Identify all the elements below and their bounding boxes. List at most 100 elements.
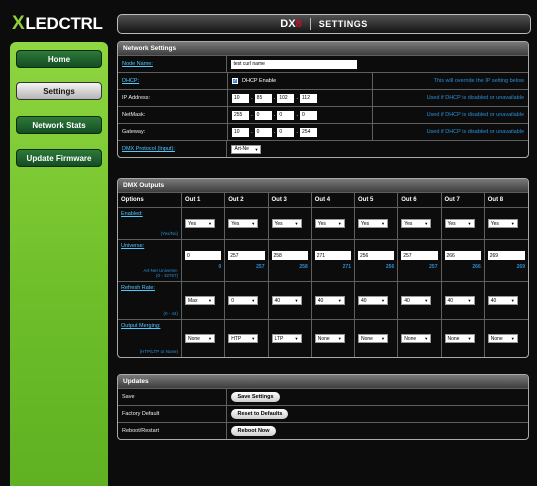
ip-octet-4[interactable]: 112 bbox=[300, 93, 318, 103]
netmask-octet-4[interactable]: 0 bbox=[300, 110, 318, 120]
universe-cell-out-7: 266 266 bbox=[441, 239, 485, 281]
universe-cell-out-1: 00 bbox=[182, 239, 226, 281]
merging-cell-out-7: None bbox=[441, 319, 485, 357]
gateway-octet-4[interactable]: 254 bbox=[300, 127, 318, 137]
refresh-select-out-8[interactable]: 40 bbox=[487, 296, 518, 305]
enabled-select-out-7[interactable]: Yes bbox=[444, 219, 475, 228]
enabled-select-out-2[interactable]: Yes bbox=[228, 219, 259, 228]
gateway-octet-3[interactable]: 0 bbox=[277, 127, 295, 137]
dhcp-checkbox[interactable]: ✓ bbox=[232, 78, 238, 84]
dhcp-label[interactable]: DHCP: bbox=[118, 73, 228, 89]
enabled-select-out-8[interactable]: Yes bbox=[487, 219, 518, 228]
refresh-option-label: Refresh Rate: (0 - 44) bbox=[118, 281, 182, 319]
merging-select-out-3[interactable]: LTP bbox=[271, 334, 302, 343]
logo-text: LEDCTRL bbox=[25, 14, 103, 33]
enabled-cell-out-5: Yes bbox=[355, 207, 399, 239]
netmask-label: NetMask: bbox=[118, 107, 228, 123]
merging-label[interactable]: Output Merging: bbox=[121, 323, 178, 329]
product-logo: DX8 bbox=[280, 18, 302, 30]
nav-network-stats-button[interactable]: Network Stats bbox=[16, 116, 102, 134]
netmask-octet-2[interactable]: 0 bbox=[254, 110, 272, 120]
merging-cell-out-3: LTP bbox=[268, 319, 312, 357]
merging-select-out-6[interactable]: None bbox=[401, 334, 432, 343]
refresh-select-out-4[interactable]: 40 bbox=[314, 296, 345, 305]
ip-octet-2[interactable]: 85 bbox=[254, 93, 272, 103]
refresh-cell-out-5: 40 bbox=[355, 281, 399, 319]
app-logo: X LEDCTRL bbox=[12, 13, 107, 35]
universe-input-out-5[interactable]: 256 bbox=[358, 251, 395, 260]
universe-input-out-4[interactable]: 271 bbox=[314, 251, 351, 260]
header-divider bbox=[309, 18, 311, 30]
updates-panel: Updates Save Save Settings Factory Defau… bbox=[117, 374, 529, 440]
universe-cell-out-4: 271 271 bbox=[311, 239, 355, 281]
output-header-4: Out 4 bbox=[311, 192, 355, 207]
enabled-select-out-3[interactable]: Yes bbox=[271, 219, 302, 228]
node-name-input[interactable]: test curl name bbox=[231, 59, 358, 69]
reboot-row: Reboot/Restart Reboot Now bbox=[118, 422, 528, 439]
dmx-protocol-label[interactable]: DMX Protocol (Input): bbox=[118, 141, 228, 157]
node-name-label[interactable]: Node Name: bbox=[118, 56, 228, 72]
refresh-select-out-3[interactable]: 40 bbox=[271, 296, 302, 305]
merging-cell-out-5: None bbox=[355, 319, 399, 357]
merging-select-out-2[interactable]: HTP bbox=[228, 334, 259, 343]
refresh-cell-out-7: 40 bbox=[441, 281, 485, 319]
reset-to-defaults-button[interactable]: Reset to Defaults bbox=[231, 409, 289, 419]
nav-update-firmware-button[interactable]: Update Firmware bbox=[16, 149, 102, 167]
dmx-protocol-select[interactable]: Art-Ne bbox=[231, 144, 262, 154]
gateway-octet-1[interactable]: 10 bbox=[232, 127, 249, 137]
dhcp-row: DHCP: ✓ DHCP Enable This will override th… bbox=[118, 72, 528, 89]
universe-input-out-3[interactable]: 258 bbox=[271, 251, 308, 260]
refresh-select-out-5[interactable]: 40 bbox=[358, 296, 388, 305]
enabled-cell-out-2: Yes bbox=[225, 207, 269, 239]
merging-select-out-8[interactable]: None bbox=[487, 334, 518, 343]
page-title: SETTINGS bbox=[318, 19, 368, 29]
enabled-label[interactable]: Enabled: bbox=[121, 211, 178, 217]
factory-default-label: Factory Default bbox=[118, 406, 228, 422]
refresh-select-out-1[interactable]: Max bbox=[185, 296, 215, 305]
gateway-octet-2[interactable]: 0 bbox=[254, 127, 272, 137]
nav-home-button[interactable]: Home bbox=[16, 50, 102, 68]
refresh-select-out-7[interactable]: 40 bbox=[444, 296, 475, 305]
gateway-note: Used if DHCP is disabled or unavailable bbox=[426, 129, 524, 135]
universe-input-out-1[interactable]: 0 bbox=[185, 251, 222, 260]
save-settings-button[interactable]: Save Settings bbox=[231, 392, 280, 402]
nav-settings-button[interactable]: Settings bbox=[16, 82, 102, 100]
merging-select-out-7[interactable]: None bbox=[444, 334, 475, 343]
merging-cell-out-2: HTP bbox=[225, 319, 269, 357]
universe-option-label: Universe: Art-Net Universe: (0 - 32767) bbox=[118, 239, 182, 281]
page-header: DX8 SETTINGS bbox=[117, 14, 531, 34]
merging-cell-out-8: None bbox=[484, 319, 528, 357]
ip-octet-3[interactable]: 102 bbox=[277, 93, 295, 103]
ip-octet-1[interactable]: 10 bbox=[232, 93, 249, 103]
universe-input-out-8[interactable]: 269 bbox=[487, 251, 525, 260]
netmask-row: NetMask: 255. 0. 0. 0 Used if DHCP is di… bbox=[118, 106, 528, 123]
refresh-select-out-6[interactable]: 40 bbox=[401, 296, 432, 305]
netmask-octet-1[interactable]: 255 bbox=[232, 110, 249, 120]
netmask-note: Used if DHCP is disabled or unavailable bbox=[426, 112, 524, 118]
merging-select-out-5[interactable]: None bbox=[358, 334, 388, 343]
universe-input-out-2[interactable]: 257 bbox=[228, 251, 265, 260]
enabled-cell-out-7: Yes bbox=[441, 207, 485, 239]
refresh-cell-out-1: Max bbox=[182, 281, 226, 319]
refresh-select-out-2[interactable]: 0 bbox=[228, 296, 259, 305]
universe-cell-out-6: 257 257 bbox=[398, 239, 442, 281]
ip-note: Used if DHCP is disabled or unavailable bbox=[426, 95, 524, 101]
enabled-cell-out-3: Yes bbox=[268, 207, 312, 239]
dmx-outputs-panel: DMX Outputs Options Out 1 Out 2 Out 3 Out 4… bbox=[117, 178, 529, 358]
refresh-label[interactable]: Refresh Rate: bbox=[121, 285, 178, 291]
netmask-octet-3[interactable]: 0 bbox=[277, 110, 295, 120]
merging-cell-out-1: None bbox=[182, 319, 226, 357]
enabled-select-out-5[interactable]: Yes bbox=[358, 219, 388, 228]
universe-input-out-7[interactable]: 266 bbox=[444, 251, 481, 260]
universe-input-out-6[interactable]: 257 bbox=[401, 251, 438, 260]
reboot-now-button[interactable]: Reboot Now bbox=[231, 426, 276, 436]
universe-label[interactable]: Universe: bbox=[121, 243, 178, 249]
merging-select-out-1[interactable]: None bbox=[185, 334, 215, 343]
output-header-7: Out 7 bbox=[441, 192, 485, 207]
enabled-select-out-1[interactable]: Yes bbox=[185, 219, 215, 228]
output-header-3: Out 3 bbox=[268, 192, 312, 207]
merging-select-out-4[interactable]: None bbox=[314, 334, 345, 343]
enabled-select-out-6[interactable]: Yes bbox=[401, 219, 432, 228]
refresh-cell-out-8: 40 bbox=[484, 281, 528, 319]
enabled-select-out-4[interactable]: Yes bbox=[314, 219, 345, 228]
